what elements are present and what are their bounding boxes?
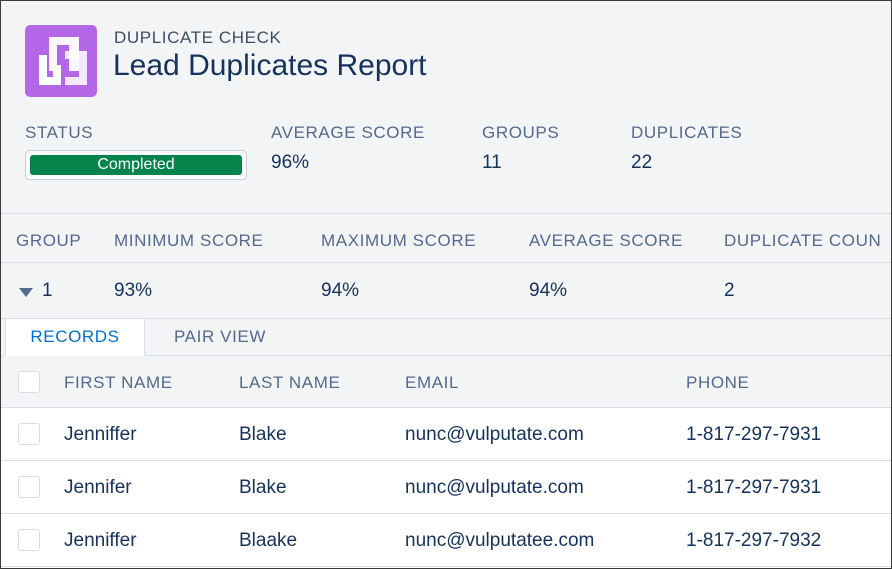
duplicate-check-logo-icon <box>25 25 97 97</box>
phone-cell: 1-817-297-7932 <box>686 530 822 551</box>
page-title: Lead Duplicates Report <box>113 49 427 82</box>
first-name-cell: Jenniffer <box>64 424 137 445</box>
table-row[interactable]: Jenniffer Blake nunc@vulputate.com 1-817… <box>1 408 891 461</box>
group-maximum-score: 94% <box>321 280 360 301</box>
phone-cell: 1-817-297-7931 <box>686 477 822 498</box>
last-name-cell: Blaake <box>239 530 298 551</box>
column-header-minimum-score[interactable]: MINIMUM SCORE <box>114 231 263 251</box>
last-name-cell: Blake <box>239 477 287 498</box>
group-duplicate-count: 2 <box>724 280 735 301</box>
status-badge: Completed <box>30 155 242 175</box>
column-header-group[interactable]: GROUP <box>16 231 81 251</box>
column-header-average-score[interactable]: AVERAGE SCORE <box>529 231 683 251</box>
column-header-phone[interactable]: PHONE <box>686 373 749 393</box>
column-header-maximum-score[interactable]: MAXIMUM SCORE <box>321 231 476 251</box>
last-name-cell: Blake <box>239 424 287 445</box>
column-header-duplicate-count[interactable]: DUPLICATE COUN <box>724 231 881 251</box>
average-score-value: 96% <box>271 152 310 173</box>
phone-cell: 1-817-297-7931 <box>686 424 822 445</box>
report-header: DUPLICATE CHECK Lead Duplicates Report S… <box>1 1 891 213</box>
email-cell: nunc@vulputate.com <box>405 424 584 445</box>
column-header-first-name[interactable]: FIRST NAME <box>64 373 173 393</box>
records-table-header: FIRST NAME LAST NAME EMAIL PHONE <box>1 356 891 408</box>
email-cell: nunc@vulputate.com <box>405 477 584 498</box>
groups-value: 11 <box>482 152 502 173</box>
row-checkbox[interactable] <box>18 423 40 445</box>
column-header-email[interactable]: EMAIL <box>405 373 459 393</box>
expand-caret-icon[interactable] <box>19 288 33 297</box>
column-header-last-name[interactable]: LAST NAME <box>239 373 340 393</box>
row-checkbox[interactable] <box>18 476 40 498</box>
tab-bar: RECORDS PAIR VIEW <box>1 319 891 356</box>
group-row[interactable]: 1 93% 94% 94% 2 <box>1 263 891 319</box>
first-name-cell: Jenniffer <box>64 530 137 551</box>
status-label: STATUS <box>25 123 94 142</box>
duplicates-label: DUPLICATES <box>631 123 743 142</box>
group-number: 1 <box>42 280 53 301</box>
first-name-cell: Jennifer <box>64 477 132 498</box>
table-row[interactable]: Jenniffer Blaake nunc@vulputatee.com 1-8… <box>1 514 891 567</box>
select-all-checkbox[interactable] <box>18 371 40 393</box>
status-progress: Completed <box>25 150 247 180</box>
app-eyebrow: DUPLICATE CHECK <box>114 28 282 47</box>
records-table: FIRST NAME LAST NAME EMAIL PHONE Jenniff… <box>1 356 891 568</box>
duplicates-value: 22 <box>631 152 653 173</box>
app-window: DUPLICATE CHECK Lead Duplicates Report S… <box>0 0 892 569</box>
table-row[interactable]: Jennifer Blake nunc@vulputate.com 1-817-… <box>1 461 891 514</box>
row-checkbox[interactable] <box>18 529 40 551</box>
tab-pair-view[interactable]: PAIR VIEW <box>145 319 295 356</box>
average-score-label: AVERAGE SCORE <box>271 123 425 142</box>
group-average-score: 94% <box>529 280 568 301</box>
email-cell: nunc@vulputatee.com <box>405 530 595 551</box>
tab-records[interactable]: RECORDS <box>5 319 145 356</box>
groups-label: GROUPS <box>482 123 560 142</box>
group-table-header: GROUP MINIMUM SCORE MAXIMUM SCORE AVERAG… <box>1 213 891 263</box>
group-minimum-score: 93% <box>114 280 153 301</box>
